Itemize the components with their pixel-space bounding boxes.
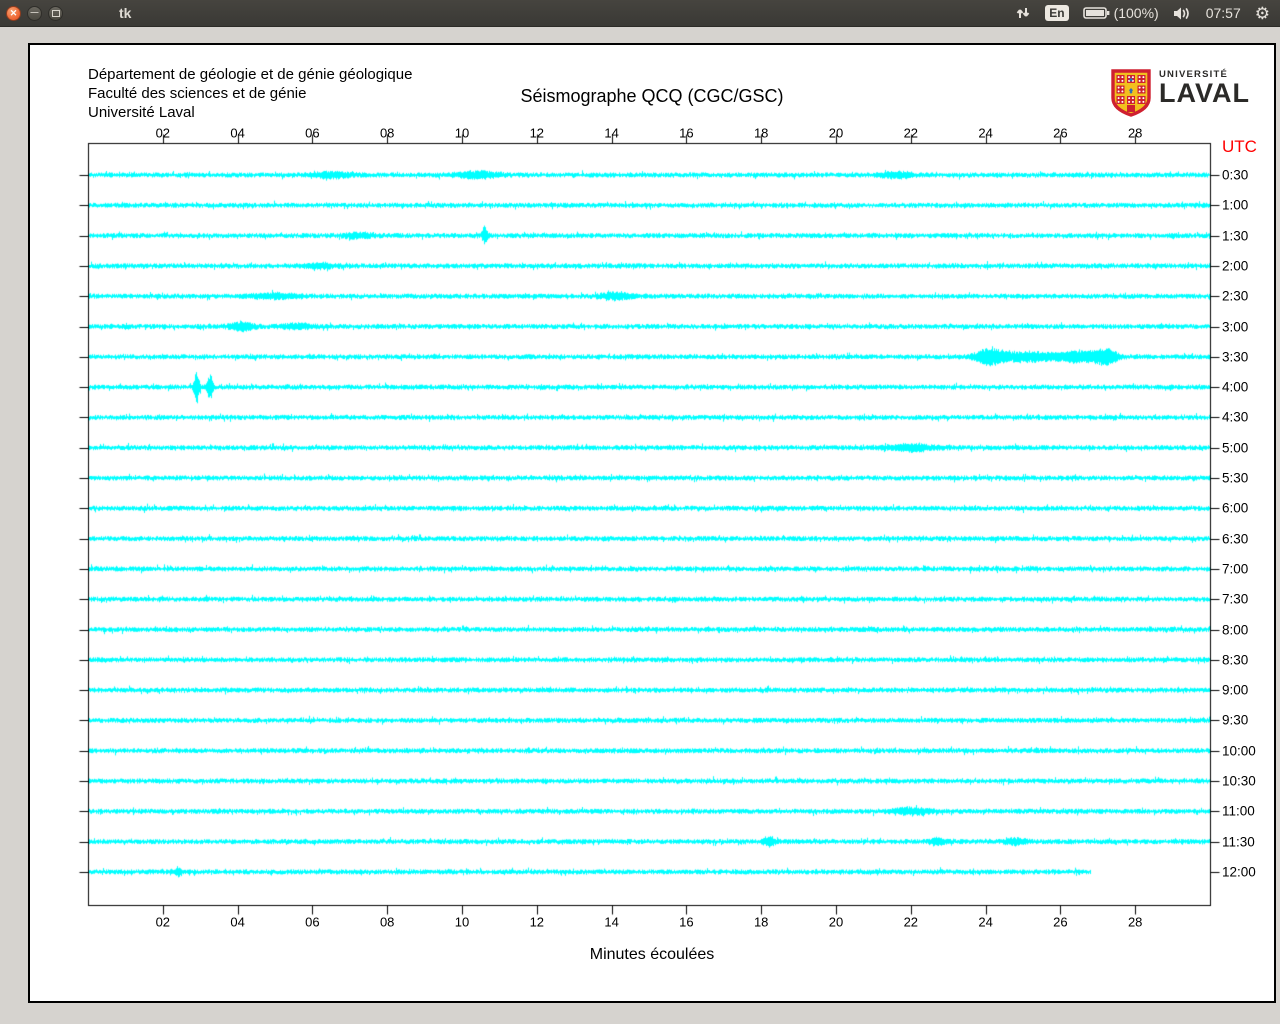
x-tick-label-bottom: 22 bbox=[903, 914, 919, 930]
trace-utc-label: 6:30 bbox=[1222, 531, 1249, 547]
close-button[interactable]: ✕ bbox=[6, 5, 21, 21]
logo-bottom-text: LAVAL bbox=[1159, 78, 1250, 108]
trace-utc-label: 8:30 bbox=[1222, 652, 1249, 668]
institution-header: Département de géologie et de génie géol… bbox=[88, 65, 508, 122]
clock[interactable]: 07:57 bbox=[1206, 5, 1241, 21]
window-controls: ✕ — bbox=[6, 5, 63, 21]
trace-utc-label: 10:00 bbox=[1222, 743, 1256, 759]
trace-utc-label: 11:30 bbox=[1222, 834, 1255, 850]
x-tick-label-top: 04 bbox=[230, 125, 245, 141]
window-titlebar: ✕ — tk En (100%) 07:57 ⚙ bbox=[0, 0, 1280, 27]
trace-utc-label: 10:30 bbox=[1222, 773, 1256, 789]
trace-utc-label: 1:30 bbox=[1222, 228, 1249, 244]
x-tick-label-bottom: 14 bbox=[604, 914, 619, 930]
x-tick-label-top: 10 bbox=[454, 125, 470, 141]
x-tick-label-bottom: 12 bbox=[529, 914, 545, 930]
x-tick-label-top: 08 bbox=[379, 125, 395, 141]
volume-icon[interactable] bbox=[1173, 6, 1192, 21]
window-title: tk bbox=[119, 5, 132, 21]
x-tick-label-top: 26 bbox=[1053, 125, 1068, 141]
trace-utc-label: 9:30 bbox=[1222, 712, 1249, 728]
trace-utc-label: 11:00 bbox=[1222, 803, 1255, 819]
trace-utc-label: 9:00 bbox=[1222, 682, 1249, 698]
trace-utc-label: 4:00 bbox=[1222, 379, 1249, 395]
battery-label: (100%) bbox=[1113, 5, 1159, 21]
minimize-icon: — bbox=[30, 8, 39, 17]
x-tick-label-top: 20 bbox=[828, 125, 844, 141]
x-tick-label-bottom: 18 bbox=[753, 914, 769, 930]
x-tick-label-bottom: 28 bbox=[1127, 914, 1143, 930]
trace-utc-label: 1:00 bbox=[1222, 197, 1249, 213]
battery-indicator[interactable]: (100%) bbox=[1082, 5, 1159, 21]
trace-utc-label: 7:00 bbox=[1222, 561, 1249, 577]
trace-utc-label: 5:30 bbox=[1222, 470, 1249, 486]
header-line-1: Département de géologie et de génie géol… bbox=[88, 66, 413, 83]
x-tick-label-bottom: 04 bbox=[230, 914, 245, 930]
seismogram-plot bbox=[30, 45, 1274, 997]
seismograph-canvas-window: Département de géologie et de génie géol… bbox=[28, 43, 1276, 1003]
utc-axis-title: UTC bbox=[1222, 137, 1257, 156]
x-tick-label-top: 16 bbox=[679, 125, 694, 141]
trace-utc-label: 7:30 bbox=[1222, 591, 1249, 607]
laval-shield-icon bbox=[1111, 69, 1151, 117]
x-axis-title: Minutes écoulées bbox=[589, 946, 715, 963]
x-tick-label-bottom: 06 bbox=[305, 914, 320, 930]
x-tick-label-bottom: 10 bbox=[454, 914, 470, 930]
x-tick-label-top: 28 bbox=[1127, 125, 1143, 141]
trace-utc-label: 8:00 bbox=[1222, 622, 1249, 637]
trace-utc-label: 0:30 bbox=[1222, 167, 1249, 183]
trace-utc-label: 2:30 bbox=[1222, 288, 1249, 304]
trace-utc-label: 5:00 bbox=[1222, 440, 1249, 456]
x-tick-label-bottom: 24 bbox=[978, 914, 993, 930]
header-line-2: Faculté des sciences et de génie bbox=[88, 85, 307, 102]
trace-utc-label: 4:30 bbox=[1222, 409, 1249, 425]
x-tick-label-bottom: 08 bbox=[379, 914, 395, 930]
x-tick-label-bottom: 16 bbox=[679, 914, 694, 930]
x-tick-label-top: 24 bbox=[978, 125, 993, 141]
keyboard-layout-indicator[interactable]: En bbox=[1045, 5, 1069, 21]
header-line-3: Université Laval bbox=[88, 104, 195, 121]
plot-title: Séismographe QCQ (CGC/GSC) bbox=[520, 86, 784, 106]
x-tick-label-bottom: 26 bbox=[1053, 914, 1068, 930]
x-tick-label-top: 12 bbox=[529, 125, 545, 141]
maximize-button[interactable] bbox=[48, 5, 63, 21]
x-tick-label-top: 02 bbox=[155, 125, 171, 141]
x-tick-label-bottom: 20 bbox=[828, 914, 844, 930]
trace-utc-label: 2:00 bbox=[1222, 258, 1249, 274]
universite-laval-logo: UNIVERSITÉ LAVAL bbox=[1110, 69, 1250, 117]
maximize-icon bbox=[51, 9, 60, 17]
x-tick-label-top: 18 bbox=[753, 125, 769, 141]
updown-arrows-icon[interactable] bbox=[1015, 5, 1031, 21]
trace-utc-label: 3:30 bbox=[1222, 349, 1249, 365]
trace-utc-label: 3:00 bbox=[1222, 319, 1249, 334]
session-gear-icon[interactable]: ⚙ bbox=[1255, 5, 1270, 22]
trace-utc-label: 6:00 bbox=[1222, 500, 1249, 516]
x-tick-label-bottom: 02 bbox=[155, 914, 171, 930]
x-tick-label-top: 14 bbox=[604, 125, 619, 141]
minimize-button[interactable]: — bbox=[27, 5, 42, 21]
battery-icon bbox=[1082, 7, 1109, 19]
trace-utc-label: 12:00 bbox=[1222, 864, 1256, 880]
x-tick-label-top: 22 bbox=[903, 125, 919, 141]
x-tick-label-top: 06 bbox=[305, 125, 320, 141]
